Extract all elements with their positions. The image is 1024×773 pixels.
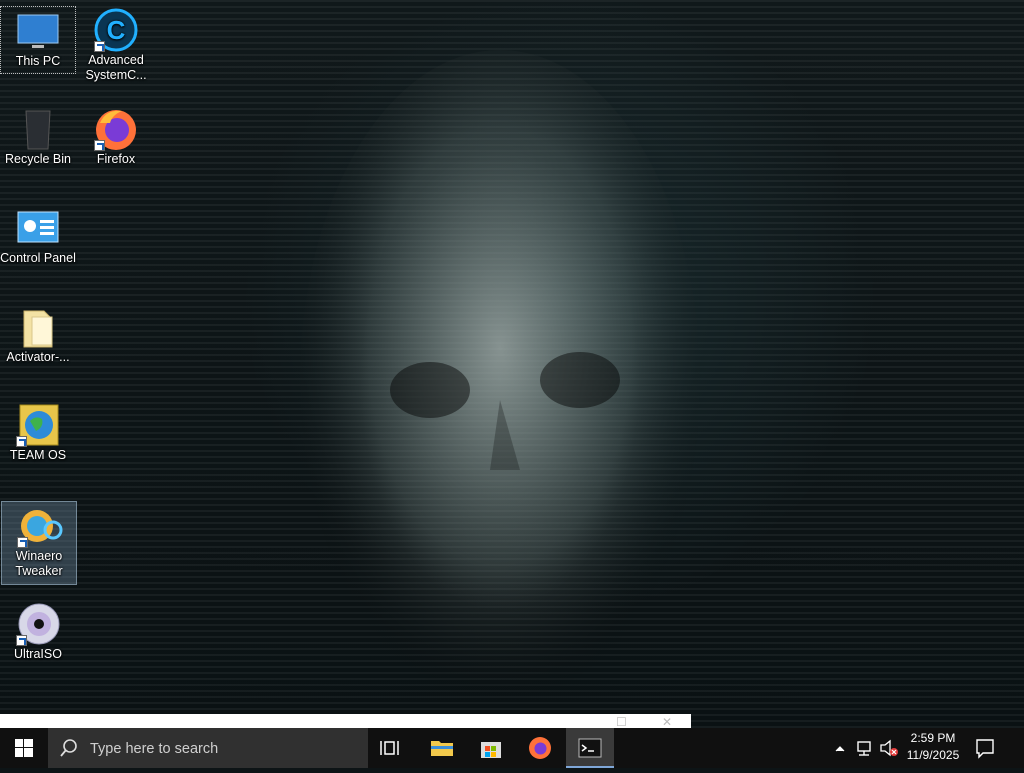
- team-os-globe-icon: [14, 403, 62, 447]
- desktop-icon-ultraiso[interactable]: UltraISO: [0, 600, 76, 672]
- desktop-icon-label: TEAM OS: [9, 448, 67, 462]
- search-input[interactable]: [88, 738, 352, 760]
- folder-icon: [14, 305, 62, 349]
- action-center-button[interactable]: [968, 728, 1002, 768]
- firefox-icon: [92, 107, 140, 151]
- microsoft-store-button[interactable]: [467, 728, 515, 768]
- svg-text:C: C: [107, 15, 126, 45]
- desktop-icon-winaero-tweaker[interactable]: Winaero Tweaker: [1, 501, 77, 585]
- volume-muted-icon: [880, 739, 898, 757]
- desktop-icon-firefox[interactable]: Firefox: [78, 105, 154, 177]
- control-panel-icon: [14, 206, 62, 250]
- desktop-icon-control-panel[interactable]: Control Panel: [0, 204, 76, 290]
- store-icon: [481, 742, 501, 758]
- advanced-systemcare-icon: C: [92, 8, 140, 52]
- folder-icon: [431, 741, 453, 756]
- desktop-icon-label: Advanced SystemC...: [85, 53, 147, 82]
- command-prompt-taskbar-button[interactable]: [566, 728, 614, 768]
- desktop-icon-label: Control Panel: [0, 251, 76, 265]
- file-explorer-button[interactable]: [418, 728, 466, 768]
- network-status-button[interactable]: [854, 728, 876, 768]
- desktop-icon-label: UltraISO: [14, 647, 62, 661]
- show-hidden-icons-button[interactable]: [832, 728, 848, 768]
- clock-time: 2:59 PM: [910, 731, 956, 745]
- desktop-icon-this-pc[interactable]: This PC: [0, 6, 76, 74]
- desktop-icon-advanced-systemcare[interactable]: C Advanced SystemC...: [78, 6, 154, 94]
- terminal-icon: [578, 738, 602, 758]
- volume-button[interactable]: [878, 728, 900, 768]
- desktop-icon-label: Winaero Tweaker: [15, 549, 63, 578]
- desktop-icon-label: Recycle Bin: [5, 152, 71, 166]
- chevron-up-icon: [835, 746, 845, 752]
- network-icon: [857, 741, 871, 756]
- firefox-taskbar-button[interactable]: [516, 728, 564, 768]
- desktop-icon-recycle-bin[interactable]: Recycle Bin: [0, 105, 76, 177]
- windows-logo-icon: [15, 739, 33, 757]
- ultraiso-disc-icon: [14, 602, 62, 646]
- desktop-icon-label: Firefox: [96, 152, 136, 166]
- start-button[interactable]: [0, 728, 48, 768]
- shortcut-arrow-icon: [16, 436, 27, 447]
- desktop-icon-team-os[interactable]: TEAM OS: [0, 401, 76, 473]
- desktop-icon-label: Activator-...: [6, 350, 70, 364]
- recycle-bin-icon: [14, 107, 62, 151]
- shortcut-arrow-icon: [16, 635, 27, 646]
- taskbar-search-box[interactable]: [48, 728, 368, 768]
- search-icon: [60, 739, 77, 757]
- computer-icon: [14, 9, 62, 53]
- shortcut-arrow-icon: [17, 537, 28, 548]
- shortcut-arrow-icon: [94, 140, 105, 151]
- desktop-icon-activator[interactable]: Activator-...: [0, 303, 76, 375]
- task-view-button[interactable]: [368, 728, 416, 768]
- winaero-tweaker-icon: [15, 504, 63, 548]
- maximize-icon[interactable]: ☐: [616, 715, 627, 729]
- taskbar: 2:59 PM 11/9/2025: [0, 728, 1024, 768]
- clock-date: 11/9/2025: [906, 748, 960, 762]
- close-icon[interactable]: ✕: [662, 715, 672, 729]
- clock[interactable]: 2:59 PM 11/9/2025: [900, 730, 966, 766]
- shortcut-arrow-icon: [94, 41, 105, 52]
- firefox-icon: [529, 737, 551, 759]
- notification-icon: [976, 739, 994, 759]
- task-view-icon: [380, 741, 399, 755]
- desktop-icon-label: This PC: [15, 54, 61, 68]
